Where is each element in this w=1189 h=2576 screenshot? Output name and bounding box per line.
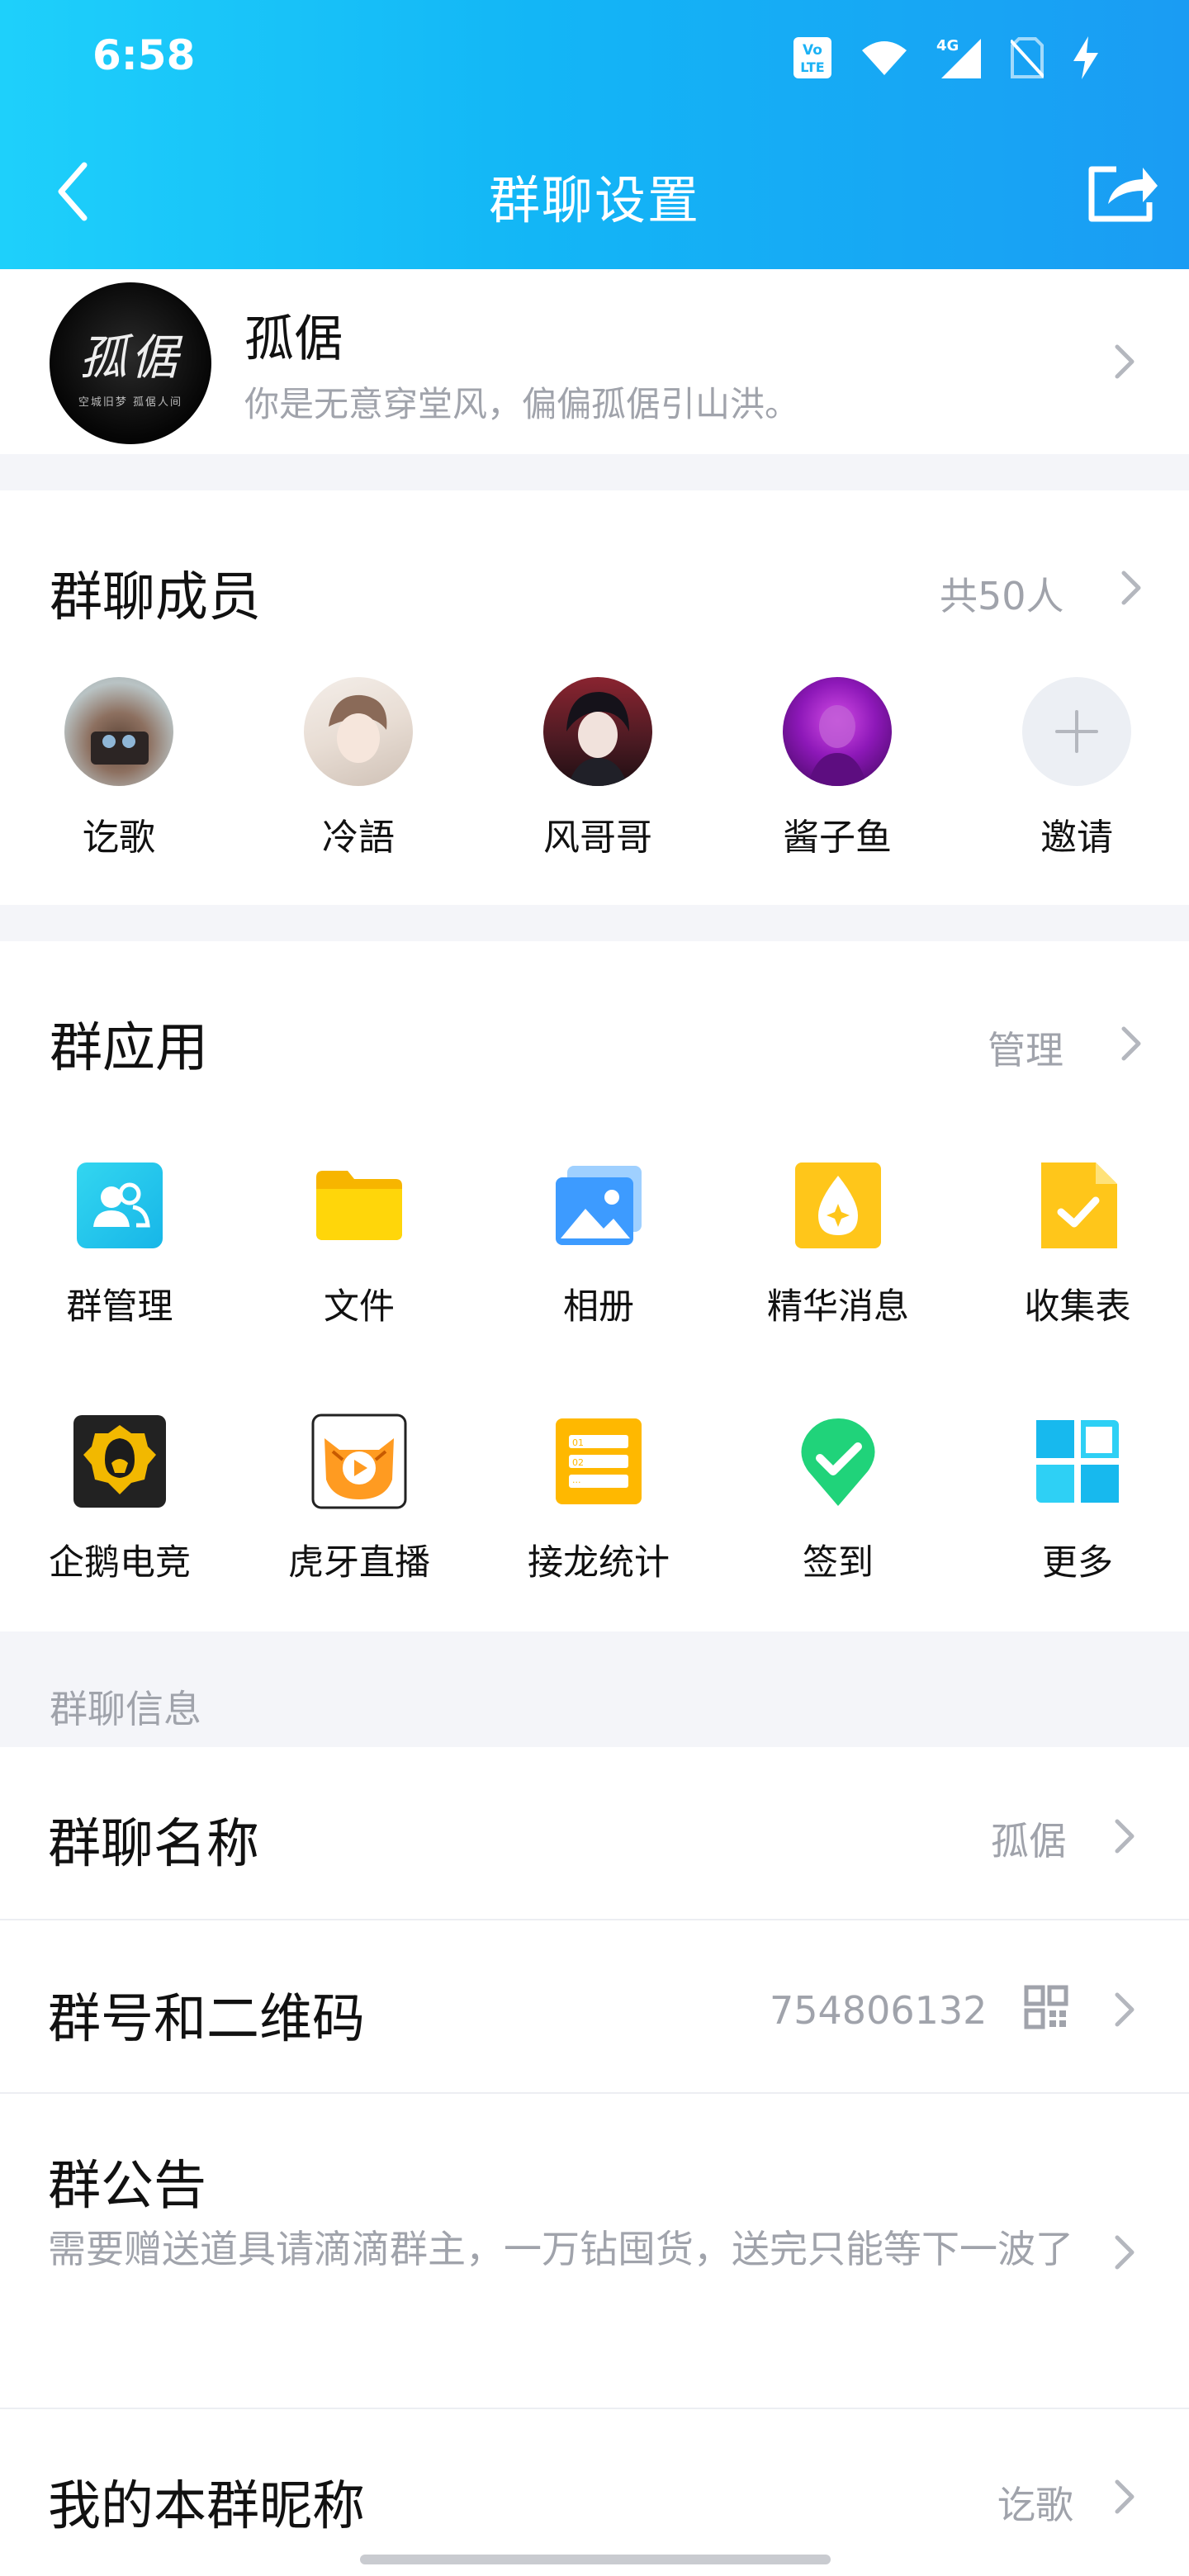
group-name: 孤倨	[244, 310, 343, 368]
svg-text:Vo: Vo	[803, 42, 822, 59]
chevron-right-icon	[1113, 2234, 1136, 2271]
group-notice-label: 群公告	[48, 2156, 206, 2217]
more-grid-icon	[1030, 1413, 1125, 1509]
group-notice-text: 需要赠送道具请滴滴群主，一万钻囤货，送完只能等下一波了	[48, 2227, 1073, 2271]
penguin-esports-icon	[72, 1413, 168, 1509]
group-avatar-logo: 孤倨	[78, 329, 182, 386]
member-name: 酱子鱼	[783, 817, 892, 859]
member-item[interactable]: 风哥哥	[515, 677, 680, 860]
svg-text:···: ···	[572, 1477, 581, 1488]
chevron-right-icon[interactable]	[1120, 1025, 1143, 1062]
my-nickname-value: 讫歌	[997, 2483, 1073, 2527]
group-profile-card[interactable]: 孤倨 空城旧梦 孤倨人间 孤倨 你是无意穿堂风，偏偏孤倨引山洪。	[0, 269, 1189, 454]
group-name-value: 孤倨	[991, 1819, 1067, 1863]
app-more[interactable]: 更多	[983, 1413, 1172, 1585]
svg-text:01: 01	[572, 1437, 584, 1448]
group-info-caption: 群聊信息	[50, 1687, 201, 1731]
solitaire-icon: 01 02 ···	[551, 1413, 647, 1509]
apps-title: 群应用	[50, 1018, 208, 1079]
app-album[interactable]: 相册	[504, 1158, 694, 1329]
app-label: 更多	[1042, 1542, 1113, 1584]
group-id-row[interactable]: 群号和二维码 754806132	[0, 1920, 1189, 2092]
chevron-right-icon[interactable]	[1120, 570, 1143, 606]
volte-icon: Vo LTE	[793, 37, 831, 78]
app-group-manage[interactable]: 群管理	[25, 1158, 215, 1329]
app-label: 企鹅电竞	[49, 1542, 191, 1584]
group-notice-row[interactable]: 群公告 需要赠送道具请滴滴群主，一万钻囤货，送完只能等下一波了	[0, 2094, 1189, 2408]
member-item[interactable]: 酱子鱼	[755, 677, 920, 860]
svg-text:4G: 4G	[936, 37, 959, 54]
chevron-right-icon	[1113, 343, 1136, 380]
essence-icon	[790, 1158, 886, 1253]
group-name-label: 群聊名称	[48, 1814, 259, 1875]
header-bar: 6:58 Vo LTE 4G 群聊设置	[0, 0, 1189, 269]
app-essence[interactable]: 精华消息	[743, 1158, 933, 1329]
app-penguin-esports[interactable]: 企鹅电竞	[25, 1413, 215, 1585]
group-description: 你是无意穿堂风，偏偏孤倨引山洪。	[244, 384, 800, 424]
member-avatar	[64, 677, 173, 786]
member-name: 风哥哥	[543, 817, 652, 859]
member-item[interactable]: 讫歌	[36, 677, 201, 860]
svg-text:LTE: LTE	[800, 59, 824, 75]
member-item[interactable]: 冷語	[276, 677, 441, 860]
members-section: 群聊成员 共50人 讫歌 冷語 风哥哥 酱子鱼 邀请	[0, 490, 1189, 905]
group-avatar: 孤倨 空城旧梦 孤倨人间	[50, 282, 211, 444]
share-button[interactable]	[1082, 155, 1164, 230]
apps-manage-link[interactable]: 管理	[988, 1020, 1063, 1075]
member-name: 冷語	[322, 817, 395, 859]
page-title: 群聊设置	[488, 170, 700, 230]
group-apps-section: 群应用 管理 群管理 文件 相册 精华消息 收集表 企鹅电竞 虎牙直播 01 0…	[0, 941, 1189, 1631]
member-avatar	[783, 677, 892, 786]
no-sim-icon	[1011, 37, 1044, 78]
invite-label: 邀请	[1040, 817, 1113, 859]
wifi-icon	[862, 41, 907, 75]
signal-4g-icon: 4G	[936, 37, 981, 78]
group-manage-icon	[72, 1158, 168, 1253]
charging-icon	[1073, 36, 1098, 79]
invite-plus-icon	[1022, 677, 1131, 786]
app-checkin[interactable]: 签到	[743, 1413, 933, 1585]
group-id-label: 群号和二维码	[48, 1989, 365, 2050]
app-solitaire[interactable]: 01 02 ··· 接龙统计	[504, 1413, 694, 1585]
share-icon	[1088, 166, 1158, 222]
app-label: 接龙统计	[528, 1542, 670, 1584]
members-count[interactable]: 共50人	[940, 566, 1064, 621]
group-avatar-subtext: 空城旧梦 孤倨人间	[78, 395, 183, 409]
chevron-right-icon	[1113, 1991, 1136, 2028]
status-time: 6:58	[92, 31, 196, 79]
app-huya[interactable]: 虎牙直播	[264, 1413, 454, 1585]
app-form[interactable]: 收集表	[983, 1158, 1172, 1329]
member-avatar	[304, 677, 413, 786]
app-label: 精华消息	[767, 1286, 909, 1328]
member-avatar	[543, 677, 652, 786]
member-name: 讫歌	[83, 817, 155, 859]
invite-button[interactable]: 邀请	[994, 677, 1159, 860]
status-icons: Vo LTE 4G	[793, 33, 1100, 83]
app-label: 收集表	[1024, 1286, 1131, 1328]
app-files[interactable]: 文件	[264, 1158, 454, 1329]
members-title: 群聊成员	[50, 567, 261, 628]
qr-code-icon	[1024, 1985, 1068, 2033]
folder-icon	[311, 1158, 407, 1253]
svg-text:02: 02	[572, 1457, 584, 1468]
my-nickname-label: 我的本群昵称	[48, 2476, 365, 2537]
home-indicator[interactable]	[360, 2555, 831, 2564]
checkin-icon	[790, 1413, 886, 1509]
chevron-right-icon	[1113, 2479, 1136, 2515]
form-icon	[1030, 1158, 1125, 1253]
my-nickname-row[interactable]: 我的本群昵称 讫歌	[0, 2409, 1189, 2576]
group-name-row[interactable]: 群聊名称 孤倨	[0, 1747, 1189, 1919]
chevron-right-icon	[1113, 1818, 1136, 1854]
album-icon	[551, 1158, 647, 1253]
app-label: 文件	[324, 1286, 395, 1328]
group-id-value: 754806132	[770, 1988, 988, 2033]
huya-icon	[311, 1413, 407, 1509]
app-label: 签到	[803, 1542, 874, 1584]
app-label: 虎牙直播	[288, 1542, 430, 1584]
app-label: 相册	[563, 1286, 634, 1328]
app-label: 群管理	[66, 1286, 173, 1328]
